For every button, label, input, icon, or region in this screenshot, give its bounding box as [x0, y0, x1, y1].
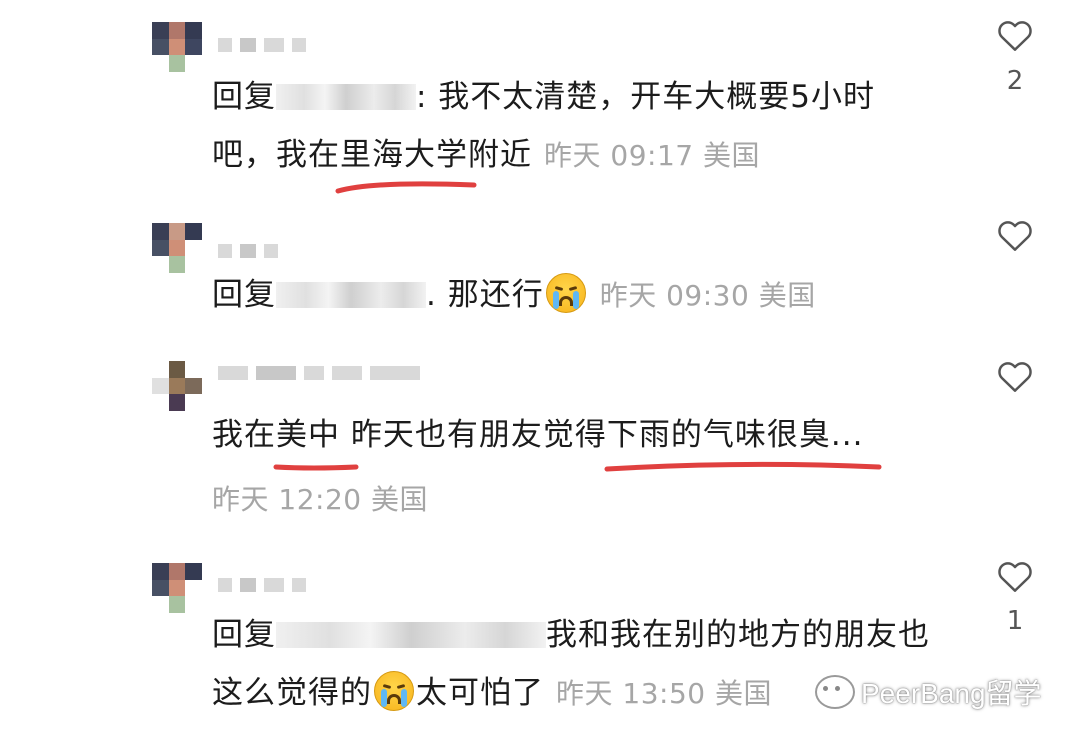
like-count: 1	[1006, 606, 1024, 636]
like-button[interactable]	[990, 356, 1040, 396]
comment-text-part: 附近	[468, 137, 532, 173]
username-blurred[interactable]	[218, 30, 358, 60]
avatar[interactable]	[152, 361, 202, 411]
like-button[interactable]	[990, 215, 1040, 255]
comment-text-part: 昨天也有朋友觉得	[340, 417, 607, 453]
comment-text-part: . 那还行	[426, 277, 544, 313]
reply-prefix: 回复	[212, 617, 276, 653]
comment-location: 美国	[715, 677, 773, 710]
comment-meta: 昨天 13:50 美国	[556, 677, 772, 710]
comment-location: 美国	[703, 139, 761, 172]
mention-blurred[interactable]	[276, 281, 426, 308]
comment-time: 昨天 09:17	[544, 139, 694, 172]
watermark-text: PeerBang留学	[861, 678, 1042, 709]
avatar[interactable]	[152, 22, 202, 72]
username-blurred[interactable]	[218, 358, 478, 388]
comment-text: 回复: 我不太清楚，开车大概要5小时吧，我在里海大学 附近 昨天 09:17 美国	[212, 68, 932, 194]
comment-text: 我在美中 昨天也有朋友觉得下雨的气味很臭...	[212, 406, 932, 472]
highlight-text: 下雨的气味很臭	[604, 417, 882, 472]
wechat-icon	[815, 675, 855, 709]
mention-blurred[interactable]	[276, 83, 416, 110]
reply-prefix: 回复	[212, 79, 276, 115]
avatar[interactable]	[152, 223, 202, 273]
comment-location: 美国	[758, 279, 816, 312]
like-count: 2	[1006, 66, 1024, 96]
comment-time: 昨天 13:50	[556, 677, 706, 710]
comment-time: 昨天 12:20	[212, 483, 362, 516]
watermark: PeerBang留学	[815, 672, 1042, 712]
comment-location: 美国	[371, 483, 429, 516]
comment-text: 回复 . 那还行 昨天 09:30 美国	[212, 266, 932, 325]
comment-text-part: 太可怕了	[416, 675, 544, 711]
username-blurred[interactable]	[218, 236, 358, 266]
like-button[interactable]	[990, 15, 1040, 55]
comment-meta: 昨天 12:20 美国	[212, 478, 428, 518]
comment-meta: 昨天 09:17 美国	[544, 139, 760, 172]
username-blurred[interactable]	[218, 570, 358, 600]
crying-face-emoji-icon	[545, 272, 586, 313]
comment-text-part: ...	[830, 417, 864, 453]
heart-outline-icon	[998, 362, 1032, 392]
mention-blurred[interactable]	[276, 621, 546, 648]
comment-meta: 昨天 09:30 美国	[600, 279, 816, 312]
avatar[interactable]	[152, 563, 202, 613]
like-button[interactable]	[990, 556, 1040, 596]
heart-outline-icon	[998, 21, 1032, 51]
comment-time: 昨天 09:30	[599, 279, 750, 312]
heart-outline-icon	[998, 221, 1032, 251]
highlight-text: 里海大学	[335, 137, 477, 194]
red-underline	[335, 181, 477, 194]
comment-text-part: 我在	[212, 417, 276, 453]
heart-outline-icon	[998, 562, 1032, 592]
crying-face-emoji-icon	[374, 670, 414, 711]
red-underline	[273, 464, 359, 471]
red-underline	[604, 461, 882, 472]
reply-prefix: 回复	[212, 277, 276, 313]
highlight-text: 美中	[273, 417, 359, 471]
